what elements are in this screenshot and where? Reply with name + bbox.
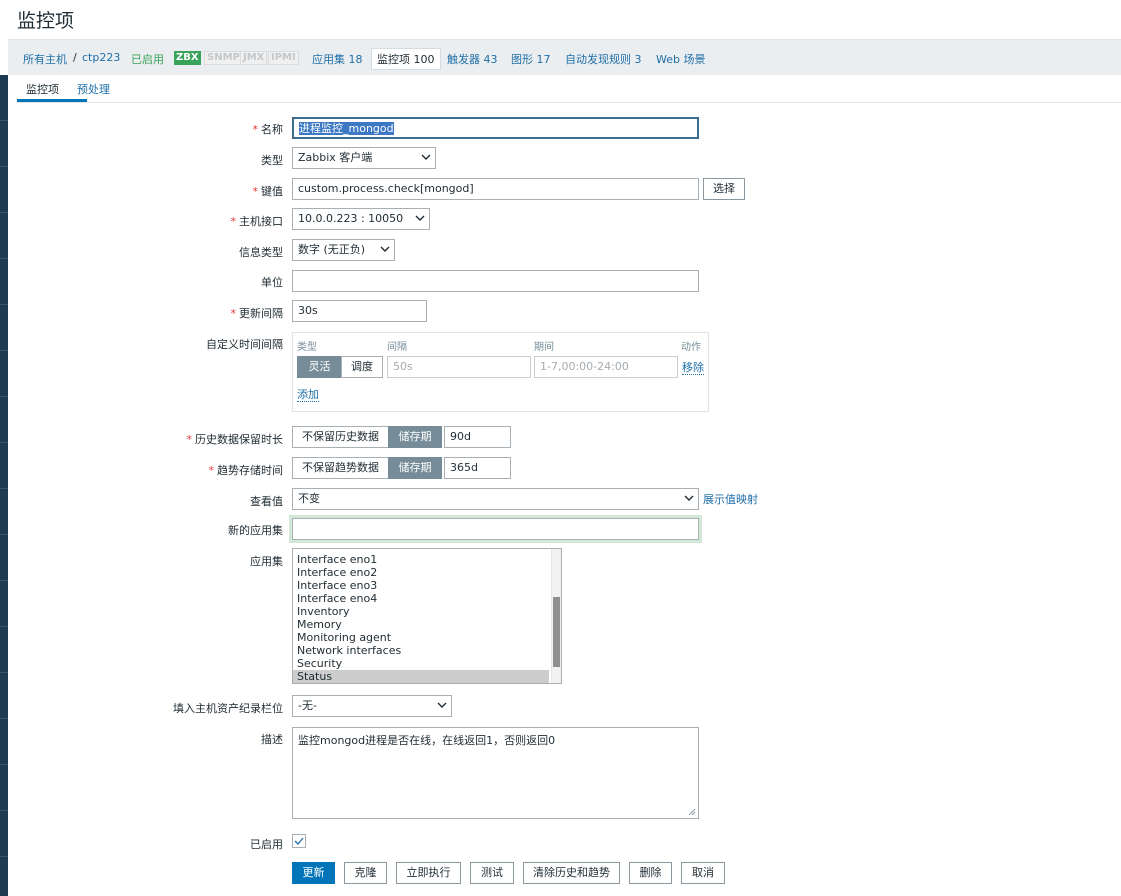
- listbox-scroll-thumb[interactable]: [553, 597, 560, 667]
- applications-label: 应用集: [250, 555, 283, 568]
- custom-intervals-label: 自定义时间间隔: [206, 338, 283, 351]
- name-label: * 名称: [252, 123, 284, 136]
- chevron-down-icon: [421, 154, 431, 160]
- update-button[interactable]: 更新: [292, 862, 335, 884]
- valuemap-select[interactable]: 不变: [292, 488, 699, 510]
- list-item[interactable]: Interface eno3: [293, 579, 549, 592]
- cancel-button[interactable]: 取消: [681, 862, 725, 884]
- units-input[interactable]: [292, 270, 699, 292]
- tab-item[interactable]: 监控项: [26, 81, 59, 97]
- history-storage-toggle[interactable]: 储存期: [388, 426, 442, 448]
- snmp-availability-badge: SNMP: [204, 51, 243, 65]
- update-interval-input[interactable]: 30s: [292, 300, 427, 322]
- new-application-input[interactable]: [292, 518, 699, 540]
- list-item[interactable]: Interface eno1: [293, 553, 549, 566]
- list-item[interactable]: Monitoring agent: [293, 631, 549, 644]
- ipmi-availability-badge: IPMI: [268, 51, 299, 65]
- flex-period-input[interactable]: 1-7,00:00-24:00: [534, 356, 678, 378]
- enabled-checkbox[interactable]: [292, 834, 306, 848]
- active-tab-indicator: [17, 99, 87, 102]
- nav-graphs[interactable]: 图形 17: [511, 51, 551, 67]
- sidebar-edge: [0, 75, 8, 896]
- interface-select[interactable]: 10.0.0.223 : 10050: [292, 208, 430, 230]
- flex-interval-input[interactable]: 50s: [387, 356, 531, 378]
- clone-button[interactable]: 克隆: [344, 862, 387, 884]
- custom-intervals-table: 类型 间隔 期间 动作 灵活 调度 50s 1-7,00:00-24:00 移除…: [292, 332, 709, 412]
- trends-no-keep-toggle[interactable]: 不保留趋势数据: [292, 457, 389, 479]
- chevron-down-icon: [380, 246, 390, 252]
- clear-history-button[interactable]: 清除历史和趋势: [523, 862, 620, 884]
- list-item[interactable]: Security: [293, 657, 549, 670]
- nav-applications[interactable]: 应用集 18: [312, 51, 363, 67]
- breadcrumb-all-hosts[interactable]: 所有主机: [23, 51, 67, 67]
- zbx-availability-badge: ZBX: [174, 51, 201, 65]
- list-item[interactable]: Interface eno2: [293, 566, 549, 579]
- scheduling-toggle[interactable]: 调度: [341, 356, 383, 378]
- breadcrumb-separator: /: [73, 51, 77, 64]
- applications-listbox[interactable]: Interface eno1 Interface eno2 Interface …: [292, 548, 562, 684]
- interface-label: * 主机接口: [230, 215, 284, 228]
- chevron-down-icon: [415, 215, 425, 221]
- history-label: * 历史数据保留时长: [186, 433, 284, 446]
- host-status[interactable]: 已启用: [131, 51, 164, 67]
- type-select[interactable]: Zabbix 客户端: [292, 147, 436, 169]
- description-label: 描述: [261, 733, 283, 746]
- flexible-toggle[interactable]: 灵活: [297, 356, 342, 378]
- key-input[interactable]: custom.process.check[mongod]: [292, 178, 699, 200]
- valuemap-label: 查看值: [250, 495, 283, 508]
- trends-storage-toggle[interactable]: 储存期: [388, 457, 442, 479]
- list-item-selected[interactable]: Status: [293, 670, 549, 683]
- page-header: 监控项: [0, 0, 1121, 39]
- new-application-label: 新的应用集: [228, 524, 283, 537]
- test-button[interactable]: 测试: [470, 862, 514, 884]
- update-interval-label: * 更新间隔: [230, 307, 284, 320]
- history-period-input[interactable]: 90d: [444, 426, 511, 448]
- chevron-down-icon: [684, 495, 694, 501]
- list-item[interactable]: Memory: [293, 618, 549, 631]
- breadcrumb-host[interactable]: ctp223: [82, 51, 120, 64]
- add-interval-link[interactable]: 添加: [297, 388, 319, 402]
- chevron-down-icon: [437, 702, 447, 708]
- checkmark-icon: [294, 837, 304, 845]
- key-select-button[interactable]: 选择: [703, 178, 745, 200]
- delete-button[interactable]: 删除: [629, 862, 672, 884]
- inventory-link-label: 填入主机资产纪录栏位: [173, 702, 283, 715]
- list-item[interactable]: Inventory: [293, 605, 549, 618]
- nav-triggers[interactable]: 触发器 43: [447, 51, 498, 67]
- jmx-availability-badge: JMX: [240, 51, 268, 65]
- nav-items[interactable]: 监控项 100: [371, 48, 441, 70]
- key-label: * 键值: [252, 185, 284, 198]
- col-period-header: 期间: [534, 342, 554, 353]
- enabled-label: 已启用: [250, 838, 283, 851]
- col-action-header: 动作: [681, 342, 701, 353]
- trends-period-input[interactable]: 365d: [444, 457, 511, 479]
- col-interval-header: 间隔: [387, 342, 407, 353]
- nav-web-scenarios[interactable]: Web 场景: [656, 51, 705, 67]
- list-item[interactable]: Network interfaces: [293, 644, 549, 657]
- history-no-keep-toggle[interactable]: 不保留历史数据: [292, 426, 389, 448]
- description-textarea[interactable]: 监控mongod进程是否在线，在线返回1，否则返回0: [292, 727, 699, 819]
- info-type-label: 信息类型: [239, 246, 283, 259]
- tab-preprocessing[interactable]: 预处理: [77, 81, 110, 97]
- host-navigation: 所有主机 / ctp223 已启用 ZBX SNMP JMX IPMI 应用集 …: [8, 39, 1121, 75]
- list-item[interactable]: Interface eno4: [293, 592, 549, 605]
- execute-now-button[interactable]: 立即执行: [396, 862, 461, 884]
- description-text: 监控mongod进程是否在线，在线返回1，否则返回0: [298, 734, 556, 747]
- col-type-header: 类型: [297, 342, 317, 353]
- trends-label: * 趋势存储时间: [208, 464, 284, 477]
- page-title: 监控项: [17, 10, 75, 32]
- units-label: 单位: [261, 276, 283, 289]
- nav-discovery-rules[interactable]: 自动发现规则 3: [565, 51, 642, 67]
- type-label: 类型: [261, 154, 283, 167]
- inventory-link-select[interactable]: -无-: [292, 695, 452, 717]
- remove-interval-link[interactable]: 移除: [682, 361, 704, 375]
- form-tabs: 监控项 预处理: [17, 75, 1121, 103]
- show-value-mappings-link[interactable]: 展示值映射: [703, 493, 758, 506]
- info-type-select[interactable]: 数字 (无正负): [292, 239, 395, 261]
- listbox-scrollbar[interactable]: [551, 549, 561, 683]
- name-input[interactable]: 进程监控_mongod: [292, 117, 699, 139]
- resize-handle-icon[interactable]: [688, 808, 696, 816]
